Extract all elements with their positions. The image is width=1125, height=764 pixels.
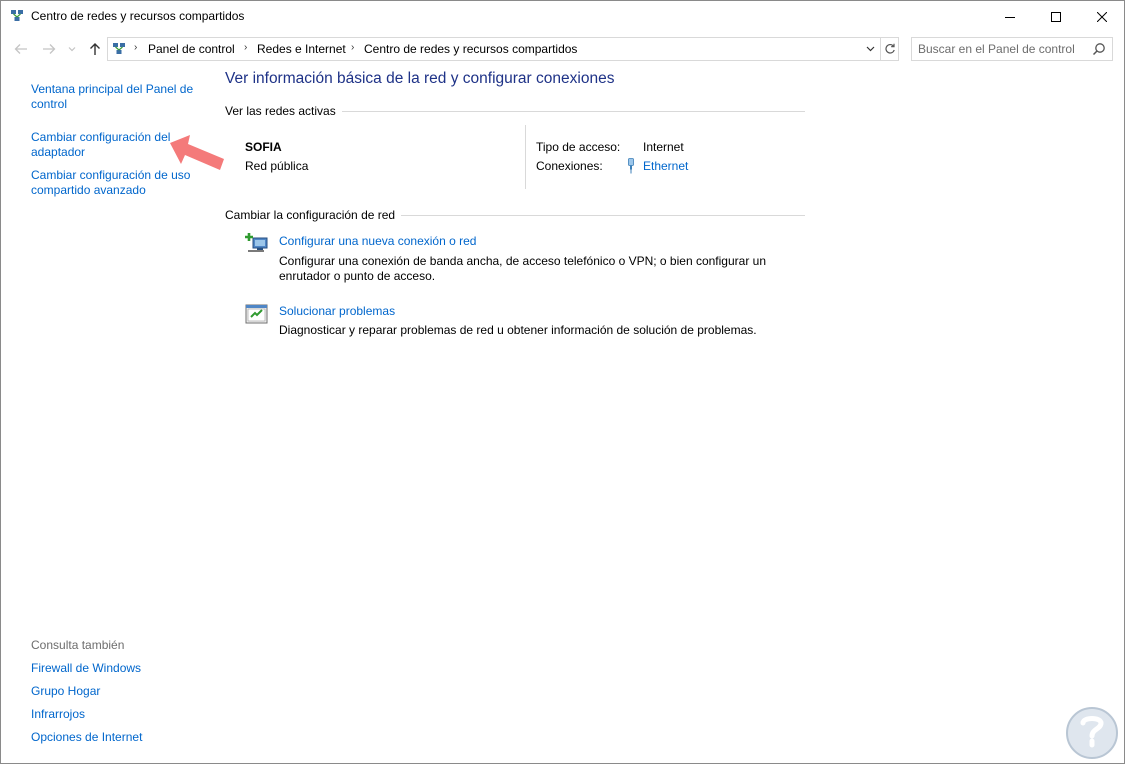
- see-also-internet-options[interactable]: Opciones de Internet: [31, 730, 201, 745]
- troubleshoot-description: Diagnosticar y reparar problemas de red …: [279, 323, 757, 337]
- address-history-button[interactable]: [860, 38, 880, 60]
- breadcrumb-redes-e-internet[interactable]: Redes e Internet: [257, 42, 346, 56]
- arrow-right-icon: [43, 44, 56, 54]
- forward-button[interactable]: [39, 37, 59, 61]
- change-settings-section: Cambiar la configuración de red: [225, 208, 805, 224]
- up-button[interactable]: [85, 37, 105, 61]
- network-name: SOFIA: [245, 140, 282, 154]
- connections-label: Conexiones:: [536, 159, 603, 173]
- access-type-value: Internet: [643, 140, 684, 154]
- network-category[interactable]: Red pública: [245, 159, 308, 173]
- close-button[interactable]: [1079, 1, 1125, 32]
- annotation-arrow-icon: [170, 135, 224, 170]
- control-panel-icon: [113, 43, 125, 54]
- network-center-icon: [11, 10, 23, 21]
- minimize-button[interactable]: [987, 1, 1033, 32]
- chevron-right-icon[interactable]: ›: [134, 42, 137, 53]
- search-icon[interactable]: [1092, 42, 1106, 56]
- minimize-icon: [1005, 16, 1015, 18]
- access-type-label: Tipo de acceso:: [536, 140, 621, 154]
- window-title: Centro de redes y recursos compartidos: [31, 9, 245, 23]
- page-title: Ver información básica de la red y confi…: [225, 70, 615, 87]
- see-also-heading: Consulta también: [31, 638, 125, 652]
- watermark-logo-icon: [1066, 707, 1118, 759]
- active-networks-section: Ver las redes activas: [225, 104, 805, 120]
- troubleshoot-icon: [245, 304, 268, 324]
- maximize-button[interactable]: [1033, 1, 1079, 32]
- new-connection-icon: [245, 233, 268, 252]
- search-box[interactable]: [911, 37, 1113, 61]
- ethernet-connection-link[interactable]: Ethernet: [643, 159, 688, 173]
- setup-new-connection-description: Configurar una conexión de banda ancha, …: [279, 254, 766, 283]
- refresh-button[interactable]: [880, 38, 899, 60]
- back-button[interactable]: [11, 37, 31, 61]
- arrow-left-icon: [14, 44, 27, 54]
- ethernet-icon: [628, 158, 634, 174]
- active-networks-heading: Ver las redes activas: [225, 104, 342, 118]
- breadcrumb-panel-de-control[interactable]: Panel de control: [148, 42, 235, 56]
- navigation-bar: › Panel de control › Redes e Internet › …: [1, 37, 1124, 61]
- troubleshoot-link[interactable]: Solucionar problemas: [279, 304, 395, 318]
- see-also-homegroup[interactable]: Grupo Hogar: [31, 684, 201, 699]
- see-also-firewall[interactable]: Firewall de Windows: [31, 661, 201, 676]
- sidebar-link-control-panel-home[interactable]: Ventana principal del Panel de control: [31, 82, 201, 112]
- setup-new-connection-link[interactable]: Configurar una nueva conexión o red: [279, 234, 476, 248]
- breadcrumb-centro-de-redes[interactable]: Centro de redes y recursos compartidos: [364, 42, 577, 56]
- network-center-window: Centro de redes y recursos compartidos ›…: [0, 0, 1125, 764]
- change-settings-heading: Cambiar la configuración de red: [225, 208, 402, 222]
- chevron-right-icon[interactable]: ›: [351, 42, 354, 53]
- refresh-icon: [885, 43, 895, 54]
- arrow-up-icon: [90, 43, 100, 55]
- recent-locations-button[interactable]: [65, 37, 79, 61]
- chevron-down-icon: [68, 47, 76, 52]
- vertical-divider: [525, 125, 526, 189]
- see-also-infrared[interactable]: Infrarrojos: [31, 707, 201, 722]
- address-bar[interactable]: › Panel de control › Redes e Internet › …: [107, 37, 899, 61]
- search-input[interactable]: [918, 40, 1086, 57]
- chevron-down-icon: [866, 46, 874, 52]
- chevron-right-icon[interactable]: ›: [244, 42, 247, 53]
- maximize-icon: [1051, 11, 1061, 22]
- close-icon: [1097, 11, 1107, 22]
- title-bar: Centro de redes y recursos compartidos: [1, 1, 1124, 32]
